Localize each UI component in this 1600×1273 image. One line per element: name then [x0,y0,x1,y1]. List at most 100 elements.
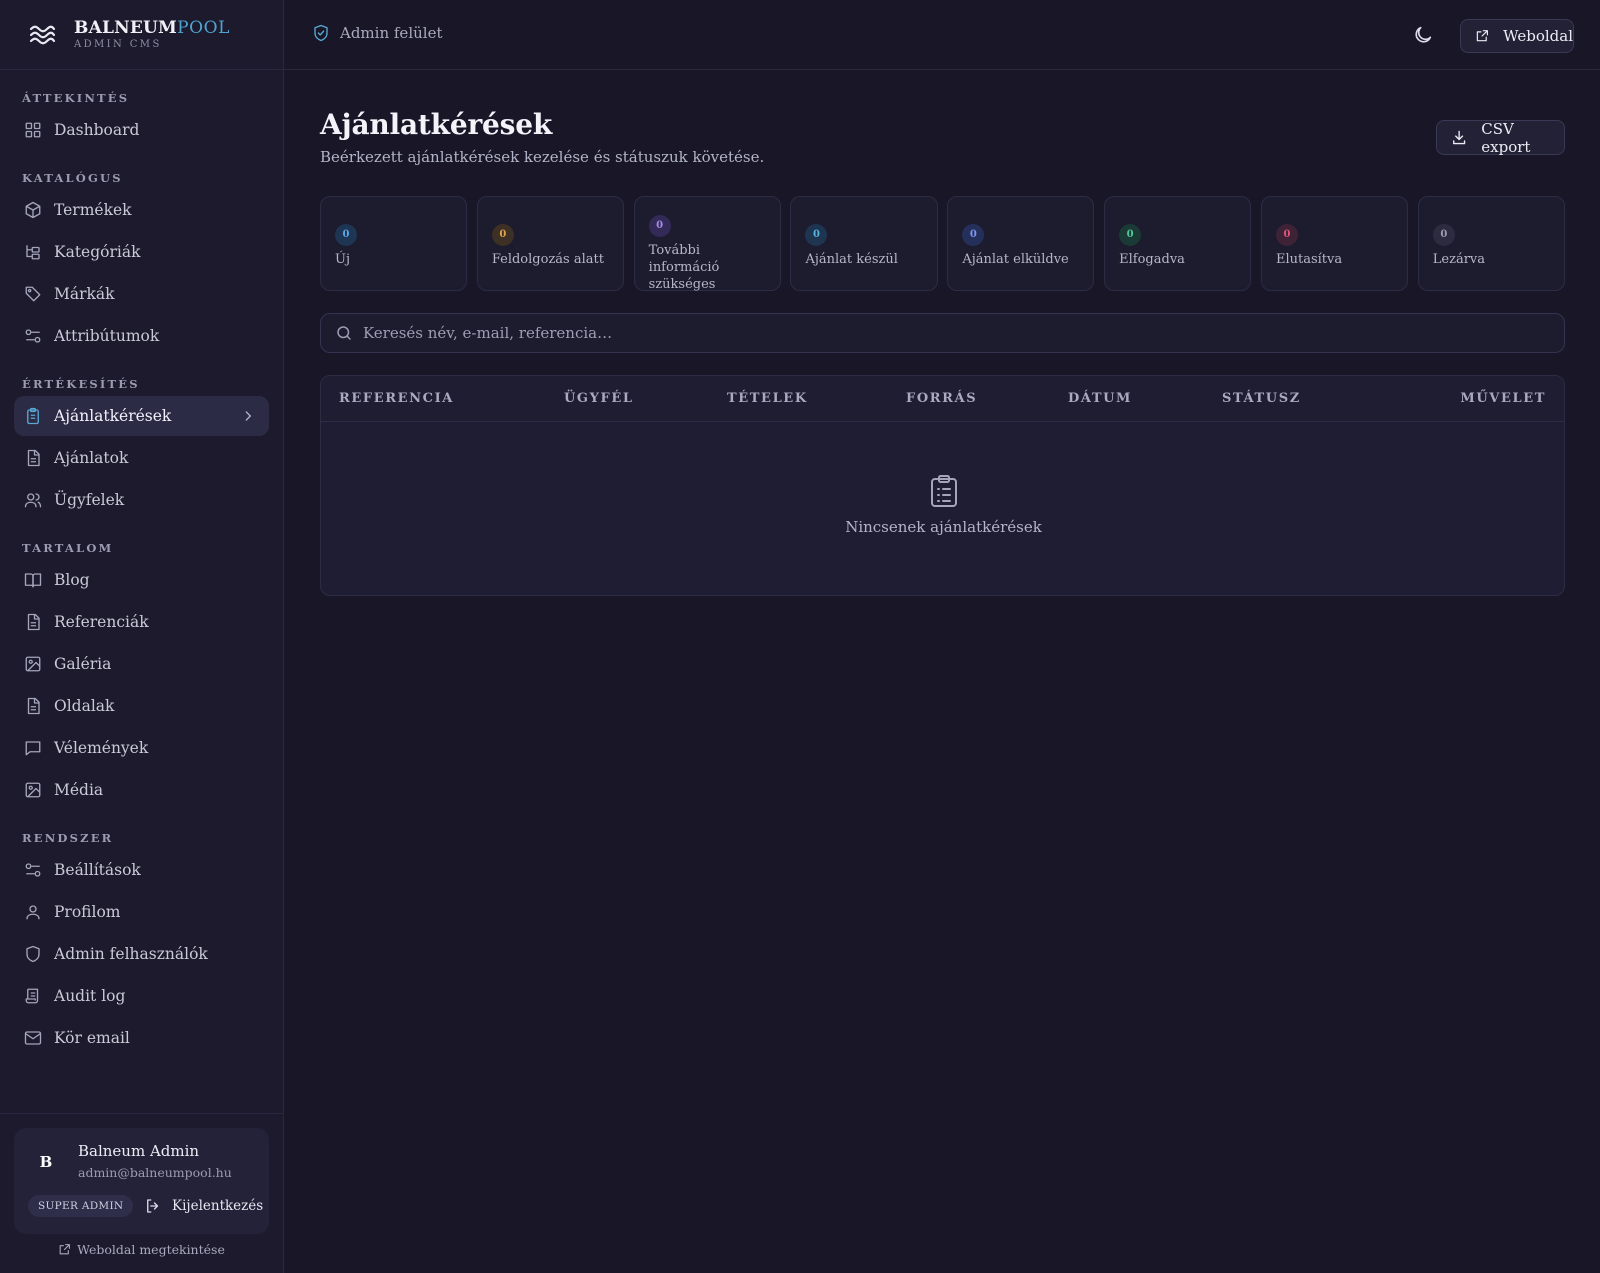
logout-button[interactable]: Kijelentkezés [144,1193,263,1219]
sidebar-item-label: Beállítások [54,861,141,879]
image-icon [25,782,41,798]
chevron-right-icon [245,411,252,421]
nav-section-title: RENDSZER [22,831,114,845]
user-name: Balneum Admin [78,1142,200,1160]
column-header-items[interactable]: TÉTELEK [727,376,808,422]
sidebar-item-profile[interactable]: Profilom [14,892,269,932]
sidebar-item-reviews[interactable]: Vélemények [14,728,269,768]
stat-label: Új [335,252,350,267]
user-card: B Balneum Admin admin@balneumpool.hu SUP… [14,1128,269,1234]
status-stats: 0 Új 0 Feldolgozás alatt 0 További infor… [320,196,1565,292]
external-link-icon [1476,30,1488,42]
stat-label: További információ szükséges [648,243,720,292]
sidebar-item-audit-log[interactable]: Audit log [14,976,269,1016]
column-header-date[interactable]: DÁTUM [1068,376,1132,422]
dashboard-icon [25,122,41,138]
document-icon [27,697,40,715]
sidebar-item-label: Ajánlatkérések [54,407,172,425]
view-website-label: Weboldal megtekintése [77,1242,225,1257]
stat-label: Ajánlat készül [805,252,898,267]
sidebar-item-label: Kategóriák [54,243,141,261]
column-header-action: MŰVELET [1460,391,1546,406]
sidebar-item-categories[interactable]: Kategóriák [14,232,269,272]
stat-count: 0 [1119,224,1142,246]
sidebar-item-customers[interactable]: Ügyfelek [14,480,269,520]
sidebar-item-label: Média [54,781,104,799]
stat-card-more-info-needed[interactable]: 0 További információ szükséges [633,196,781,292]
sidebar-item-label: Referenciák [54,613,149,631]
search-input[interactable] [363,324,1543,342]
scroll-icon [25,988,39,1004]
document-icon [27,449,40,467]
brand[interactable]: BALNEUMPOOL ADMIN CMS [0,0,283,70]
shield-check-icon [314,24,328,42]
avatar: B [28,1144,64,1180]
search-bar [320,313,1565,353]
stat-card-processing[interactable]: 0 Feldolgozás alatt [476,196,624,291]
nav-section-overview: ÁTTEKINTÉS Dashboard [14,88,269,150]
sidebar-nav: ÁTTEKINTÉS Dashboard KATALÓGUS Termékek … [0,70,283,1058]
column-header-status[interactable]: STÁTUSZ [1222,376,1301,422]
sidebar-item-media[interactable]: Média [14,770,269,810]
mail-icon [24,1031,42,1045]
column-header-reference[interactable]: REFERENCIA [339,376,454,422]
stat-label: Feldolgozás alatt [491,252,604,267]
sidebar-item-label: Kör email [54,1029,130,1047]
stat-card-rejected[interactable]: 0 Elutasítva [1260,196,1409,291]
stat-card-quote-sent[interactable]: 0 Ajánlat elküldve [947,196,1095,291]
sidebar-item-quotes[interactable]: Ajánlatok [14,438,269,478]
sidebar-item-label: Galéria [54,655,112,673]
stat-card-quote-in-progress[interactable]: 0 Ajánlat készül [790,196,938,291]
stat-label: Elutasítva [1275,252,1343,267]
stat-label: Elfogadva [1119,252,1185,267]
sidebar-item-blog[interactable]: Blog [14,560,269,600]
sidebar-item-admin-users[interactable]: Admin felhasználók [14,934,269,974]
sidebar-item-gallery[interactable]: Galéria [14,644,269,684]
box-icon [25,201,41,219]
empty-state: Nincsenek ajánlatkérések [321,474,1564,536]
message-icon [25,741,41,756]
sidebar-item-dashboard[interactable]: Dashboard [14,110,269,150]
nav-section-title: ÉRTÉKESÍTÉS [22,377,140,391]
column-header-source[interactable]: FORRÁS [906,376,977,422]
moon-icon[interactable] [1412,24,1434,46]
book-icon [24,573,42,588]
sidebar-item-brands[interactable]: Márkák [14,274,269,314]
column-header-customer[interactable]: ÜGYFÉL [564,376,634,422]
sidebar-item-products[interactable]: Termékek [14,190,269,230]
admin-interface-text: Admin felület [340,24,443,42]
sidebar-item-references[interactable]: Referenciák [14,602,269,642]
sidebar-item-label: Admin felhasználók [54,945,208,963]
sliders-icon [25,329,41,343]
sidebar-item-label: Ajánlatok [54,449,129,467]
stat-count: 0 [1432,224,1455,246]
sidebar-item-settings[interactable]: Beállítások [14,850,269,890]
shield-icon [26,945,40,963]
stat-card-closed[interactable]: 0 Lezárva [1417,196,1565,291]
csv-export-button[interactable]: CSV export [1436,120,1565,156]
sidebar-footer: B Balneum Admin admin@balneumpool.hu SUP… [0,1113,283,1273]
empty-state-message: Nincsenek ajánlatkérések [845,518,1042,536]
sliders-icon [25,863,41,877]
external-link-icon [59,1244,71,1255]
sidebar-item-label: Oldalak [54,697,115,715]
sidebar-item-attributes[interactable]: Attribútumok [14,316,269,356]
brand-title: BALNEUMPOOL [74,18,231,38]
sidebar-item-label: Ügyfelek [54,491,125,509]
sidebar-item-pages[interactable]: Oldalak [14,686,269,726]
brand-subtitle: ADMIN CMS [74,39,162,50]
sidebar-item-label: Márkák [54,285,115,303]
stat-card-new[interactable]: 0 Új [320,196,468,291]
nav-section-content: TARTALOM Blog Referenciák Galéria Oldala… [14,538,269,810]
page-subtitle: Beérkezett ajánlatkérések kezelése és st… [320,148,765,166]
stat-label: Ajánlat elküldve [962,252,1069,267]
sidebar-item-mass-email[interactable]: Kör email [14,1018,269,1058]
waves-logo-icon [29,25,56,44]
stat-card-accepted[interactable]: 0 Elfogadva [1104,196,1252,291]
sidebar-item-quote-requests[interactable]: Ajánlatkérések [14,396,269,436]
website-button-label: Weboldal [1503,27,1573,45]
website-button[interactable]: Weboldal [1460,19,1574,53]
stat-count: 0 [335,224,357,246]
view-website-link[interactable]: Weboldal megtekintése [0,1242,283,1257]
sidebar-item-label: Blog [54,571,90,589]
